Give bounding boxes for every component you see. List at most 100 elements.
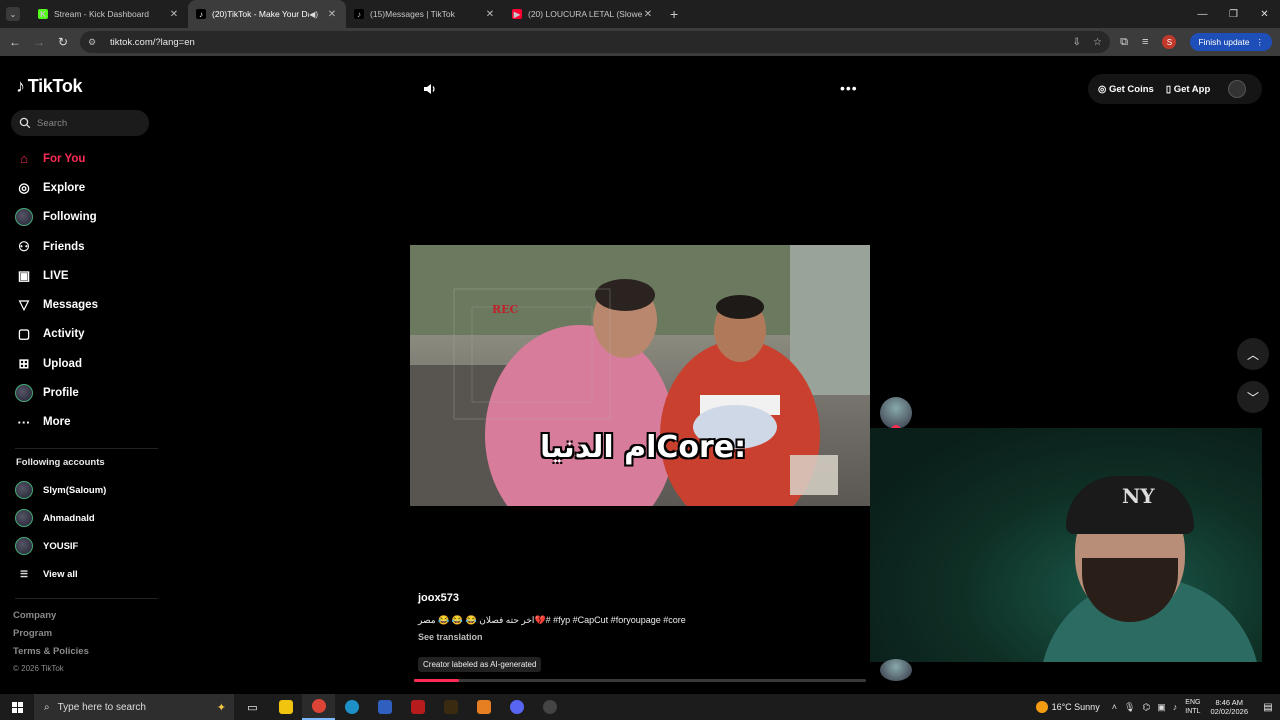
video-progress-bar[interactable] bbox=[414, 679, 866, 682]
creator-avatar[interactable] bbox=[880, 397, 912, 435]
footer-terms-link[interactable]: Terms & Policies bbox=[13, 646, 89, 664]
tab-audio-icon[interactable]: ◀) bbox=[309, 10, 318, 19]
bookmark-star-icon[interactable]: ☆ bbox=[1093, 37, 1102, 48]
forward-button[interactable]: → bbox=[27, 35, 51, 49]
tab-favicon-icon: ♪ bbox=[354, 9, 364, 19]
site-info-icon[interactable]: ⚙ bbox=[88, 37, 102, 48]
lang-line1: ENG bbox=[1185, 699, 1201, 706]
video-options-icon[interactable]: ••• bbox=[840, 80, 858, 96]
minimize-button[interactable]: — bbox=[1187, 0, 1218, 28]
clock-date: 02/02/2026 bbox=[1210, 707, 1248, 716]
file-explorer-icon[interactable] bbox=[269, 694, 302, 720]
window-controls: — ❐ ✕ bbox=[1187, 0, 1280, 28]
following-account-item[interactable]: Slym(Saloum) bbox=[15, 476, 106, 504]
next-video-button[interactable]: ﹀ bbox=[1237, 381, 1269, 413]
view-all-link[interactable]: ☰ View all bbox=[15, 560, 106, 588]
sidebar-item-friends[interactable]: ⚇ Friends bbox=[15, 232, 165, 261]
app-dark-icon[interactable] bbox=[434, 694, 467, 720]
speaker-icon[interactable]: ♪ bbox=[1173, 702, 1178, 713]
tab-close-icon[interactable]: ✕ bbox=[168, 9, 180, 20]
sidebar-item-explore[interactable]: ◎ Explore bbox=[15, 173, 165, 202]
close-window-button[interactable]: ✕ bbox=[1249, 0, 1280, 28]
mic-icon[interactable]: 🎙 bbox=[1124, 702, 1135, 713]
sidebar-item-following[interactable]: Following bbox=[15, 203, 165, 232]
cap-logo: NY bbox=[1122, 484, 1155, 508]
obs-icon[interactable] bbox=[533, 694, 566, 720]
tab-close-icon[interactable]: ✕ bbox=[642, 9, 654, 20]
sidebar-item-for-you[interactable]: ⌂ For You bbox=[15, 144, 165, 173]
install-app-icon[interactable]: ⇩ bbox=[1073, 37, 1081, 48]
video-author[interactable]: joox573 bbox=[418, 592, 868, 604]
windows-logo-icon bbox=[11, 701, 23, 713]
following-account-item[interactable]: YOUSIF bbox=[15, 532, 106, 560]
following-accounts-title: Following accounts bbox=[16, 457, 105, 468]
sidebar-item-activity[interactable]: ▢ Activity bbox=[15, 320, 165, 349]
volume-icon[interactable] bbox=[423, 82, 437, 96]
search-input[interactable]: Search bbox=[11, 110, 149, 136]
sidebar-item-profile[interactable]: Profile bbox=[15, 378, 165, 407]
chevron-up-tray-icon[interactable]: ˄ bbox=[1112, 702, 1117, 713]
weather-widget[interactable]: 16°C Sunny bbox=[1035, 701, 1100, 713]
tiktok-logo[interactable]: ♪ TikTok bbox=[16, 76, 83, 97]
browser-tab[interactable]: K Stream - Kick Dashboard ✕ bbox=[30, 0, 188, 28]
sidebar-item-messages[interactable]: ▽ Messages bbox=[15, 290, 165, 319]
sidebar-footer: Company Program Terms & Policies © 2026 … bbox=[13, 610, 89, 682]
tab-search-button[interactable]: ⌄ bbox=[6, 7, 20, 21]
discord-icon[interactable] bbox=[500, 694, 533, 720]
chrome-icon[interactable] bbox=[302, 694, 335, 720]
list-icon: ☰ bbox=[19, 568, 29, 579]
footer-company-link[interactable]: Company bbox=[13, 610, 89, 628]
media-controls-icon[interactable]: ≡ bbox=[1142, 36, 1148, 48]
browser-tab[interactable]: ♪ (15)Messages | TikTok ✕ bbox=[346, 0, 504, 28]
top-right-actions: ◎ Get Coins ▯ Get App bbox=[1088, 74, 1262, 104]
task-view-icon[interactable]: ▭ bbox=[236, 694, 269, 720]
footer-program-link[interactable]: Program bbox=[13, 628, 89, 646]
address-bar[interactable]: ⚙ tiktok.com/?lang=en ⇩ ☆ bbox=[80, 31, 1110, 53]
app-orange-icon[interactable] bbox=[467, 694, 500, 720]
tab-close-icon[interactable]: ✕ bbox=[326, 9, 338, 20]
restore-button[interactable]: ❐ bbox=[1218, 0, 1249, 28]
tiktok-note-icon: ♪ bbox=[16, 76, 25, 96]
browser-tab[interactable]: ♪ (20)TikTok - Make Your Day ◀) ✕ bbox=[188, 0, 346, 28]
edge-icon[interactable] bbox=[335, 694, 368, 720]
new-tab-button[interactable]: + bbox=[670, 6, 678, 22]
ai-generated-label: Creator labeled as AI-generated bbox=[418, 657, 542, 672]
see-translation-link[interactable]: See translation bbox=[418, 632, 868, 642]
display-icon[interactable]: ▣ bbox=[1157, 702, 1166, 713]
start-button[interactable] bbox=[0, 694, 34, 720]
tab-title: (20)TikTok - Make Your Day bbox=[212, 9, 310, 19]
app-blue-icon[interactable] bbox=[368, 694, 401, 720]
tab-close-icon[interactable]: ✕ bbox=[484, 9, 496, 20]
sidebar-item-live[interactable]: ▣ LIVE bbox=[15, 261, 165, 290]
profile-avatar-button[interactable]: S bbox=[1162, 35, 1177, 49]
clock[interactable]: 8:46 AM 02/02/2026 bbox=[1210, 698, 1248, 716]
finish-update-button[interactable]: Finish update ⋮ bbox=[1190, 33, 1272, 51]
friends-icon: ⚇ bbox=[18, 238, 30, 254]
sidebar-item-more[interactable]: ··· More bbox=[15, 408, 165, 437]
notifications-icon[interactable]: ▤ bbox=[1256, 702, 1280, 713]
tab-title: (20) LOUCURA LETAL (Slowed) bbox=[528, 9, 642, 19]
get-app-button[interactable]: ▯ Get App bbox=[1166, 84, 1210, 95]
network-icon[interactable]: ⌬ bbox=[1142, 702, 1150, 713]
app-red-icon[interactable] bbox=[401, 694, 434, 720]
following-account-item[interactable]: Ahmadnald bbox=[15, 504, 106, 532]
browser-tab[interactable]: ▶ (20) LOUCURA LETAL (Slowed) ✕ bbox=[504, 0, 662, 28]
tab-title: (15)Messages | TikTok bbox=[370, 9, 455, 19]
language-indicator[interactable]: ENG INTL bbox=[1185, 698, 1200, 716]
home-icon: ⌂ bbox=[20, 151, 28, 167]
browser-tab-strip: ⌄ K Stream - Kick Dashboard ✕ ♪ (20)TikTok -… bbox=[0, 0, 1280, 28]
user-avatar[interactable] bbox=[1228, 80, 1247, 98]
reload-button[interactable]: ↻ bbox=[51, 35, 75, 49]
next-creator-avatar[interactable] bbox=[880, 659, 912, 681]
following-avatar-icon bbox=[15, 208, 33, 227]
get-coins-button[interactable]: ◎ Get Coins bbox=[1098, 84, 1154, 95]
back-button[interactable]: ← bbox=[3, 35, 27, 49]
extensions-icon[interactable]: ⧉ bbox=[1120, 36, 1128, 49]
following-account-name: Ahmadnald bbox=[43, 512, 95, 524]
lang-line2: INTL bbox=[1185, 708, 1201, 715]
video-player[interactable]: REC ام الدنياCore: bbox=[410, 245, 870, 506]
previous-video-button[interactable]: ︿ bbox=[1237, 338, 1269, 370]
sidebar-item-label: Friends bbox=[43, 240, 85, 253]
taskbar-search[interactable]: ⌕ Type here to search ✦ bbox=[34, 694, 234, 720]
sidebar-item-upload[interactable]: ⊞ Upload bbox=[15, 349, 165, 378]
